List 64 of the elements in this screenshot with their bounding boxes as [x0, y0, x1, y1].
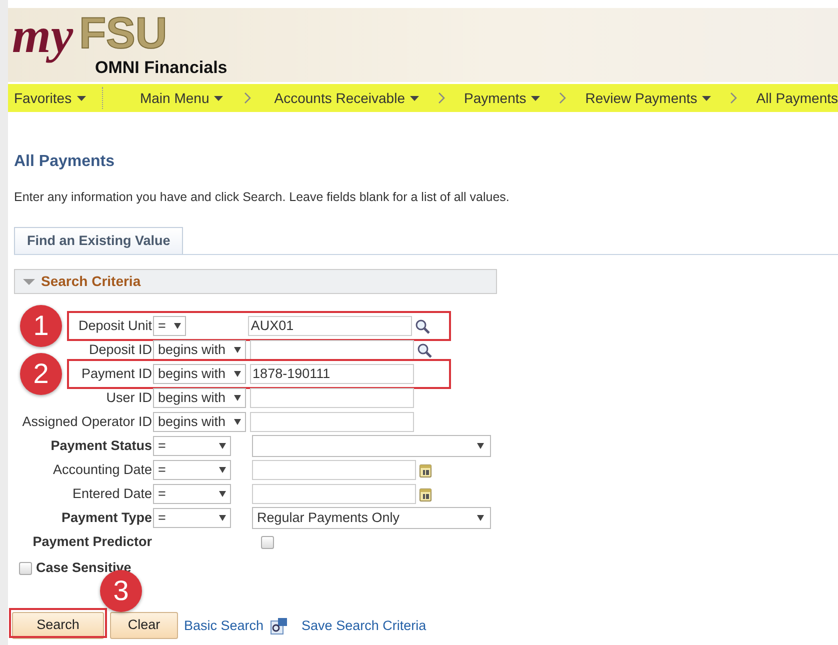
- section-title: Search Criteria: [41, 272, 141, 291]
- dropdown-arrow-icon: [219, 443, 226, 449]
- search-icon[interactable]: [416, 342, 432, 358]
- field-label: Assigned Operator ID: [22, 414, 152, 429]
- input-field[interactable]: [252, 460, 416, 480]
- value-dropdown[interactable]: Regular Payments Only: [252, 507, 491, 529]
- section-header[interactable]: Search Criteria: [14, 269, 497, 294]
- field-label: Payment ID: [81, 366, 152, 381]
- operator-dropdown[interactable]: =: [153, 436, 231, 456]
- field-label: Payment Type: [61, 510, 152, 525]
- app-subtitle: OMNI Financials: [95, 58, 228, 78]
- input-field[interactable]: [250, 388, 414, 408]
- field-label: User ID: [106, 390, 152, 405]
- operator-dropdown[interactable]: =: [153, 460, 231, 480]
- step-number-badge: 2: [20, 353, 62, 395]
- search-icon[interactable]: [414, 318, 430, 334]
- input-field[interactable]: AUX01: [248, 316, 412, 336]
- dropdown-arrow-icon: [234, 371, 241, 377]
- operator-dropdown[interactable]: =: [153, 316, 186, 336]
- operator-dropdown[interactable]: begins with: [153, 412, 246, 432]
- field-label: Payment Predictor: [32, 534, 152, 549]
- dropdown-arrow-icon: [234, 419, 241, 425]
- field-label: Deposit Unit: [78, 318, 152, 333]
- breadcrumb-item[interactable]: Payments: [464, 88, 526, 108]
- dropdown-arrow-icon: [477, 443, 484, 449]
- dropdown-arrow-icon: [477, 515, 484, 521]
- link[interactable]: Basic Search: [184, 616, 264, 638]
- dropdown-arrow-icon: [219, 491, 226, 497]
- breadcrumb-item[interactable]: Accounts Receivable: [274, 88, 405, 108]
- operator-dropdown[interactable]: begins with: [153, 388, 246, 408]
- dropdown-arrow-icon: [234, 347, 241, 353]
- action-button[interactable]: Clear: [110, 612, 178, 638]
- field-label: Entered Date: [72, 486, 152, 501]
- breadcrumb-item[interactable]: All Payments: [756, 88, 838, 108]
- input-field[interactable]: [250, 340, 414, 360]
- operator-dropdown[interactable]: begins with: [153, 340, 246, 360]
- input-field[interactable]: [250, 412, 414, 432]
- checkbox[interactable]: [261, 536, 274, 548]
- input-field[interactable]: [252, 484, 416, 504]
- save-criteria-icon: [270, 616, 288, 634]
- operator-dropdown[interactable]: =: [153, 484, 231, 504]
- page-title: All Payments: [14, 152, 116, 172]
- instructions-text: Enter any information you have and click Search. Leave fields blank for a list of all values.: [14, 189, 510, 206]
- action-button[interactable]: Search: [12, 612, 104, 638]
- breadcrumb-item[interactable]: Review Payments: [585, 88, 698, 108]
- field-label: Deposit ID: [88, 342, 152, 357]
- operator-dropdown[interactable]: begins with: [153, 364, 246, 384]
- breadcrumb-item[interactable]: Favorites: [14, 88, 72, 108]
- input-field[interactable]: 1878-190111: [250, 364, 414, 384]
- dropdown-arrow-icon: [174, 323, 181, 329]
- dropdown-arrow-icon: [219, 467, 226, 473]
- dropdown-arrow-icon: [219, 515, 226, 521]
- calendar-icon[interactable]: [419, 462, 432, 478]
- link[interactable]: Save Search Criteria: [302, 616, 426, 638]
- field-label: Payment Status: [50, 438, 152, 453]
- operator-dropdown[interactable]: =: [153, 508, 231, 528]
- calendar-icon[interactable]: [419, 486, 432, 502]
- tab[interactable]: Find an Existing Value: [14, 226, 184, 254]
- dropdown-arrow-icon: [234, 395, 241, 401]
- breadcrumb-item[interactable]: Main Menu: [140, 88, 210, 108]
- value-dropdown[interactable]: [252, 435, 491, 457]
- step-number-badge: 1: [20, 305, 62, 347]
- field-label: Accounting Date: [52, 462, 152, 477]
- checkbox[interactable]: [19, 562, 32, 575]
